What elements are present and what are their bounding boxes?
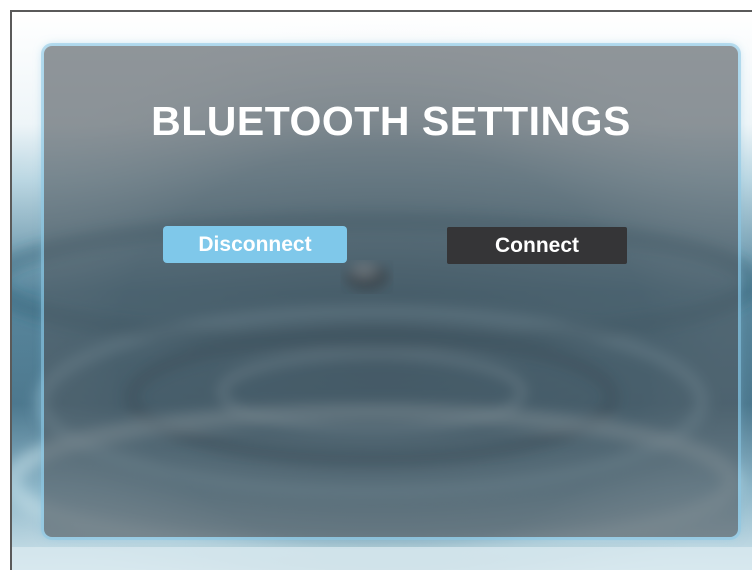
disconnect-button[interactable]: Disconnect bbox=[163, 226, 347, 263]
connect-button[interactable]: Connect bbox=[447, 227, 627, 264]
app-frame: BLUETOOTH SETTINGS Disconnect Connect bbox=[10, 10, 752, 570]
settings-panel: BLUETOOTH SETTINGS Disconnect Connect bbox=[44, 46, 738, 537]
page-title: BLUETOOTH SETTINGS bbox=[151, 98, 631, 144]
